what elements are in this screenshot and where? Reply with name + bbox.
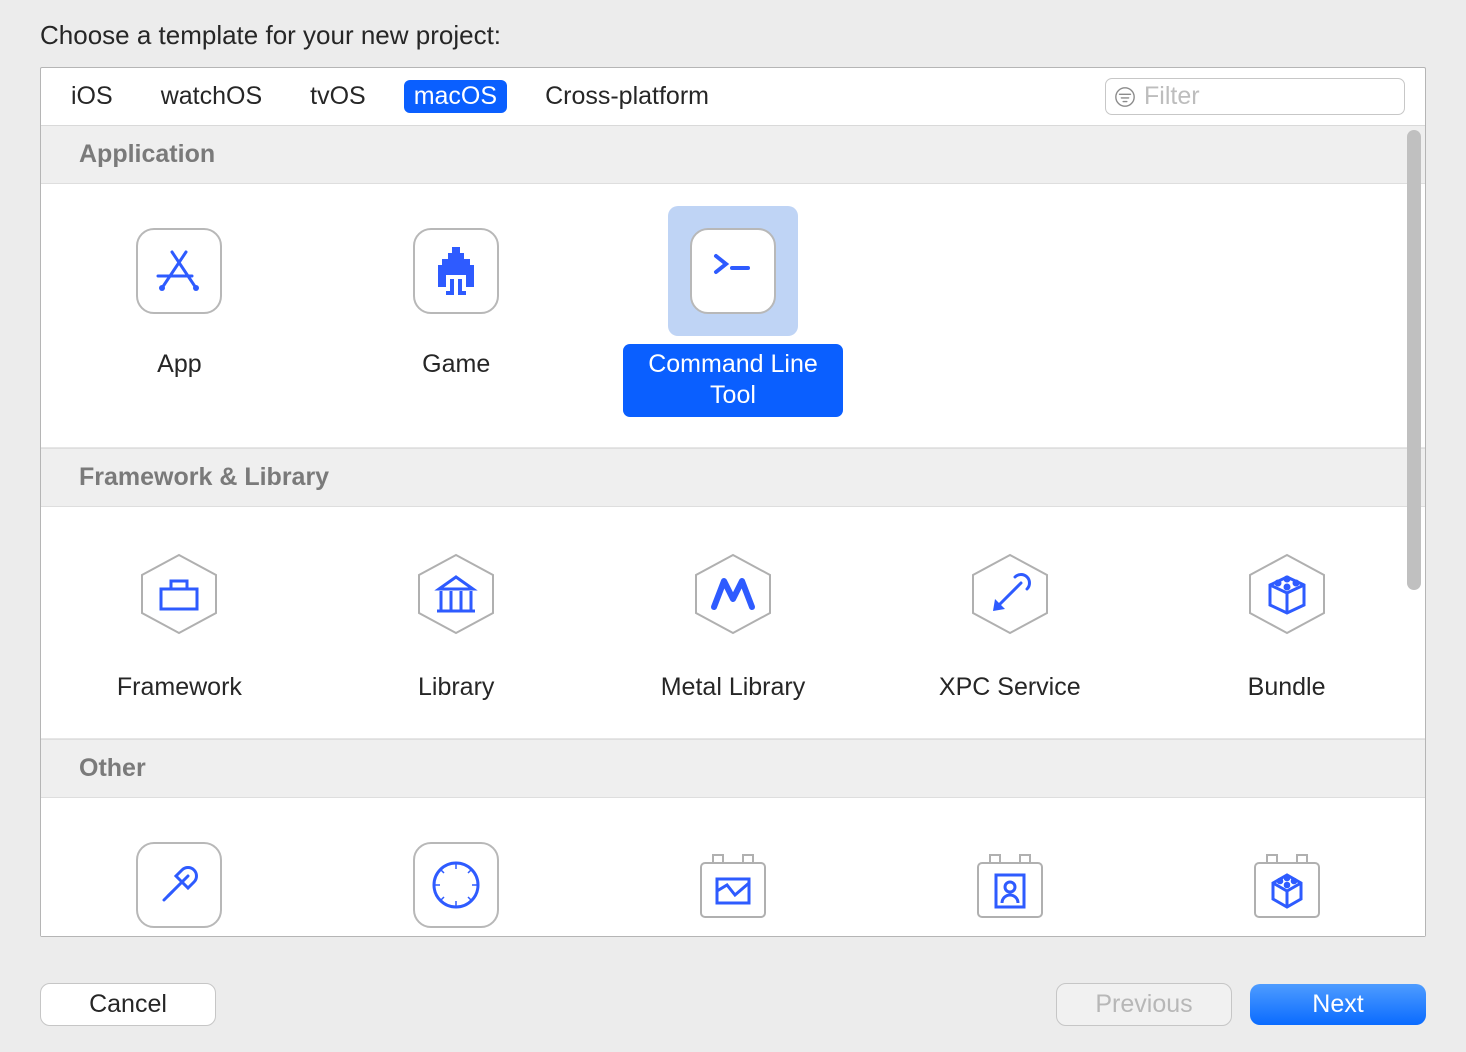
platform-tab-crossplatform[interactable]: Cross-platform xyxy=(535,80,719,113)
filter-input[interactable] xyxy=(1144,82,1396,111)
template-row-framework: Framework Library Metal Library xyxy=(41,507,1425,739)
template-automator-action[interactable]: Automator Action xyxy=(595,814,872,936)
scrollbar[interactable] xyxy=(1407,130,1421,590)
template-metal-library[interactable]: Metal Library xyxy=(595,523,872,708)
template-applescript-app[interactable]: AppleScript App xyxy=(41,814,318,936)
applescript-icon xyxy=(136,842,222,928)
template-label: Metal Library xyxy=(645,667,822,708)
template-label: Bundle xyxy=(1232,667,1342,708)
template-contacts-action[interactable]: Contacts Action xyxy=(871,814,1148,936)
button-bar: Cancel Previous Next xyxy=(40,983,1426,1026)
section-header-other: Other xyxy=(41,739,1425,798)
cancel-button[interactable]: Cancel xyxy=(40,983,216,1026)
template-label: App xyxy=(141,344,217,385)
template-content-area: Application App Ga xyxy=(41,126,1425,936)
section-header-framework: Framework & Library xyxy=(41,448,1425,507)
platform-tab-ios[interactable]: iOS xyxy=(61,80,123,113)
game-icon xyxy=(413,228,499,314)
section-header-application: Application xyxy=(41,126,1425,184)
terminal-icon xyxy=(690,228,776,314)
framework-icon xyxy=(134,549,224,639)
template-framework[interactable]: Framework xyxy=(41,523,318,708)
filter-field[interactable] xyxy=(1105,78,1405,115)
platform-tab-bar: iOS watchOS tvOS macOS Cross-platform xyxy=(41,68,1425,126)
metal-icon xyxy=(688,549,778,639)
safari-icon xyxy=(413,842,499,928)
template-xpc-service[interactable]: XPC Service xyxy=(871,523,1148,708)
previous-button: Previous xyxy=(1056,983,1232,1026)
platform-tab-watchos[interactable]: watchOS xyxy=(151,80,272,113)
template-label: Library xyxy=(402,667,510,708)
next-button[interactable]: Next xyxy=(1250,984,1426,1025)
template-generic-kernel[interactable]: Generic Kernel xyxy=(1148,814,1425,936)
template-label: Command Line Tool xyxy=(623,344,843,417)
library-icon xyxy=(411,549,501,639)
contacts-icon xyxy=(966,841,1054,929)
template-label: XPC Service xyxy=(923,667,1097,708)
platform-tab-macos[interactable]: macOS xyxy=(404,80,507,113)
template-label: Framework xyxy=(101,667,258,708)
template-library[interactable]: Library xyxy=(318,523,595,708)
dialog-frame: iOS watchOS tvOS macOS Cross-platform Ap… xyxy=(40,67,1426,937)
filter-icon xyxy=(1114,86,1136,108)
template-label: Game xyxy=(406,344,506,385)
xpc-icon xyxy=(965,549,1055,639)
template-bundle[interactable]: Bundle xyxy=(1148,523,1425,708)
template-safari-extension[interactable]: Safari Extension xyxy=(318,814,595,936)
platform-tab-tvos[interactable]: tvOS xyxy=(300,80,376,113)
template-app[interactable]: App xyxy=(41,200,318,417)
app-icon xyxy=(136,228,222,314)
kernel-icon xyxy=(1243,841,1331,929)
bundle-icon xyxy=(1242,549,1332,639)
template-command-line-tool[interactable]: Command Line Tool xyxy=(595,200,872,417)
template-game[interactable]: Game xyxy=(318,200,595,417)
dialog-title: Choose a template for your new project: xyxy=(40,20,1426,51)
template-row-other: AppleScript App Safari Extension Automat… xyxy=(41,798,1425,936)
template-row-application: App Game Command xyxy=(41,184,1425,448)
automator-icon xyxy=(689,841,777,929)
